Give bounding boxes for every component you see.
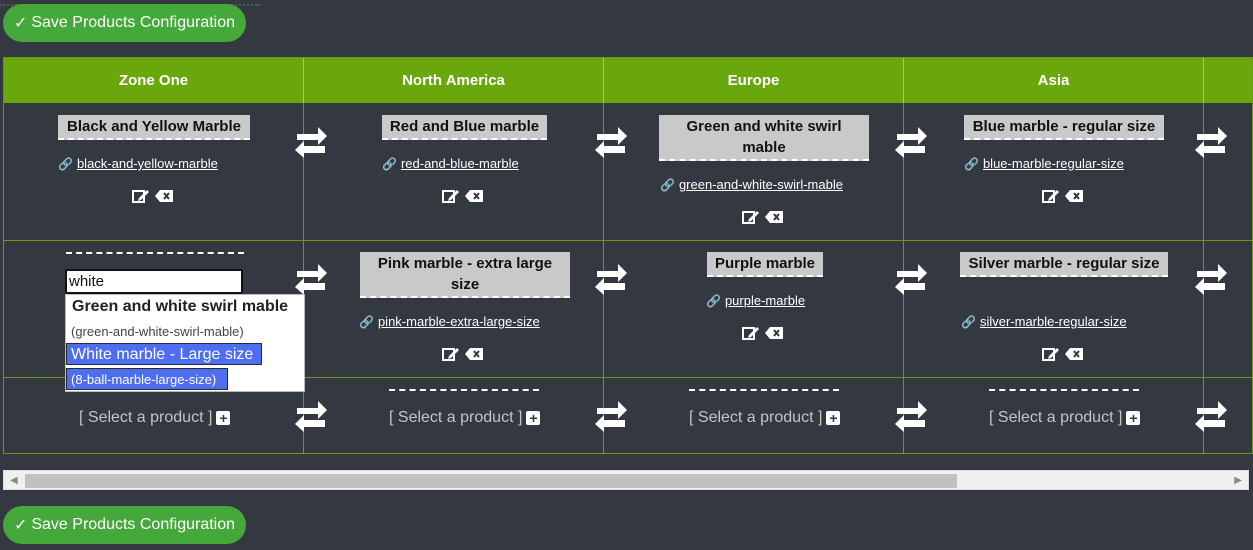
delete-icon[interactable] bbox=[764, 210, 784, 224]
swap-arrows-icon[interactable] bbox=[294, 124, 328, 158]
check-icon: ✓ bbox=[13, 15, 28, 32]
horizontal-scrollbar[interactable]: ◀ ▶ bbox=[3, 470, 1249, 490]
plus-icon: + bbox=[826, 411, 841, 425]
delete-icon[interactable] bbox=[464, 347, 484, 361]
delete-icon[interactable] bbox=[1064, 189, 1084, 203]
product-name[interactable]: Green and white swirl mable bbox=[659, 115, 869, 161]
product-name[interactable]: Black and Yellow Marble bbox=[58, 115, 250, 140]
scrollbar-thumb[interactable] bbox=[25, 474, 957, 488]
product-name[interactable]: Pink marble - extra large size bbox=[360, 252, 570, 298]
swap-arrows-icon[interactable] bbox=[294, 261, 328, 295]
swap-arrows-icon[interactable] bbox=[894, 124, 928, 158]
select-product-button[interactable]: [ Select a product ] + bbox=[79, 409, 231, 427]
save-configuration-button-bottom[interactable]: ✓ Save Products Configuration bbox=[3, 506, 246, 544]
select-product-button[interactable]: [ Select a product ] + bbox=[989, 409, 1141, 427]
product-actions bbox=[1042, 346, 1084, 362]
edit-icon[interactable] bbox=[1042, 188, 1060, 204]
autocomplete-option-name[interactable]: Green and white swirl mable bbox=[72, 298, 288, 316]
zone-header-asia: Asia bbox=[904, 58, 1204, 103]
product-slug-link[interactable]: 🔗 black-and-yellow-marble bbox=[58, 156, 218, 171]
row-divider bbox=[4, 240, 1252, 241]
product-slug-link[interactable]: 🔗 blue-marble-regular-size bbox=[964, 156, 1124, 171]
check-icon: ✓ bbox=[13, 517, 28, 534]
product-search-input[interactable] bbox=[65, 269, 243, 294]
product-name[interactable]: Blue marble - regular size bbox=[964, 115, 1164, 140]
edit-icon[interactable] bbox=[442, 346, 460, 362]
edit-icon[interactable] bbox=[442, 188, 460, 204]
zone-header-zone-one: Zone One bbox=[4, 58, 304, 103]
plus-icon: + bbox=[1126, 411, 1141, 425]
scroll-right-arrow-icon[interactable]: ▶ bbox=[1234, 475, 1242, 486]
edit-icon[interactable] bbox=[742, 325, 760, 341]
delete-icon[interactable] bbox=[154, 189, 174, 203]
link-icon: 🔗 bbox=[706, 294, 721, 308]
link-icon: 🔗 bbox=[382, 157, 397, 171]
swap-arrows-icon[interactable] bbox=[594, 398, 628, 432]
zone-product-grid: Zone One North America Europe Asia Black… bbox=[3, 57, 1253, 454]
product-actions bbox=[742, 325, 784, 341]
product-actions bbox=[742, 209, 784, 225]
edit-icon[interactable] bbox=[742, 209, 760, 225]
link-icon: 🔗 bbox=[58, 157, 73, 171]
product-name[interactable]: Purple marble bbox=[707, 252, 823, 277]
zone-header-row: Zone One North America Europe Asia bbox=[4, 58, 1252, 103]
autocomplete-option-slug-highlighted[interactable]: (8-ball-marble-large-size) bbox=[66, 368, 228, 390]
swap-arrows-icon[interactable] bbox=[1194, 398, 1228, 432]
delete-icon[interactable] bbox=[1064, 347, 1084, 361]
product-name[interactable]: Red and Blue marble bbox=[382, 115, 547, 140]
swap-arrows-icon[interactable] bbox=[1194, 261, 1228, 295]
swap-arrows-icon[interactable] bbox=[894, 261, 928, 295]
product-actions bbox=[132, 188, 174, 204]
plus-icon: + bbox=[526, 411, 541, 425]
edit-icon[interactable] bbox=[1042, 346, 1060, 362]
autocomplete-option-slug[interactable]: (green-and-white-swirl-mable) bbox=[71, 324, 244, 339]
autocomplete-dropdown: Green and white swirl mable (green-and-w… bbox=[65, 294, 305, 392]
save-configuration-button-top[interactable]: ✓ Save Products Configuration bbox=[3, 4, 246, 42]
select-product-button[interactable]: [ Select a product ] + bbox=[689, 409, 841, 427]
zone-header-next bbox=[1204, 58, 1252, 103]
link-icon: 🔗 bbox=[961, 315, 976, 329]
autocomplete-option-name-highlighted[interactable]: White marble - Large size bbox=[66, 343, 262, 365]
swap-arrows-icon[interactable] bbox=[894, 398, 928, 432]
swap-arrows-icon[interactable] bbox=[1194, 124, 1228, 158]
plus-icon: + bbox=[216, 411, 231, 425]
swap-arrows-icon[interactable] bbox=[594, 261, 628, 295]
save-label: Save Products Configuration bbox=[31, 516, 236, 533]
swap-arrows-icon[interactable] bbox=[594, 124, 628, 158]
product-slug-link[interactable]: 🔗 pink-marble-extra-large-size bbox=[359, 314, 540, 329]
scroll-left-arrow-icon[interactable]: ◀ bbox=[10, 475, 18, 486]
swap-arrows-icon[interactable] bbox=[294, 398, 328, 432]
select-product-button[interactable]: [ Select a product ] + bbox=[389, 409, 541, 427]
dashed-underline bbox=[689, 389, 839, 391]
zone-header-europe: Europe bbox=[604, 58, 904, 103]
link-icon: 🔗 bbox=[660, 178, 675, 192]
delete-icon[interactable] bbox=[464, 189, 484, 203]
save-label: Save Products Configuration bbox=[31, 14, 236, 31]
zone-header-north-america: North America bbox=[304, 58, 604, 103]
product-actions bbox=[442, 346, 484, 362]
product-actions bbox=[442, 188, 484, 204]
edit-icon[interactable] bbox=[132, 188, 150, 204]
product-actions bbox=[1042, 188, 1084, 204]
dashed-underline bbox=[989, 389, 1139, 391]
product-slug-link[interactable]: 🔗 red-and-blue-marble bbox=[382, 156, 519, 171]
product-slug-link[interactable]: 🔗 green-and-white-swirl-mable bbox=[660, 177, 843, 192]
delete-icon[interactable] bbox=[764, 326, 784, 340]
link-icon: 🔗 bbox=[964, 157, 979, 171]
product-slug-link[interactable]: 🔗 silver-marble-regular-size bbox=[961, 314, 1127, 329]
product-name[interactable]: Silver marble - regular size bbox=[960, 252, 1168, 277]
link-icon: 🔗 bbox=[359, 315, 374, 329]
dashed-underline bbox=[66, 252, 244, 254]
product-slug-link[interactable]: 🔗 purple-marble bbox=[706, 293, 805, 308]
dashed-underline bbox=[389, 389, 539, 391]
